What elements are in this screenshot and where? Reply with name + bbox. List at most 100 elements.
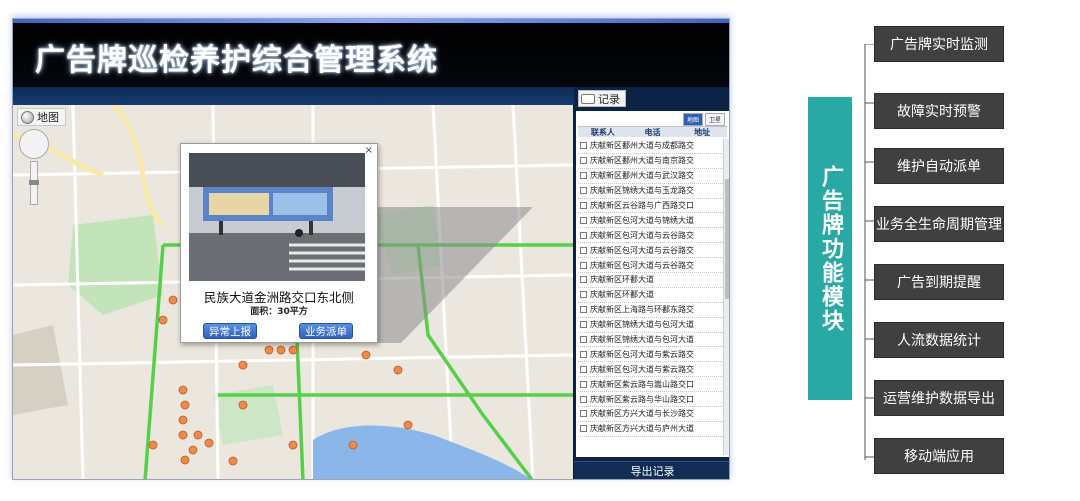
module-title-box: 广告牌功能模块 bbox=[808, 97, 852, 400]
report-anomaly-button[interactable]: 异常上报 bbox=[203, 323, 257, 339]
row-checkbox[interactable] bbox=[580, 202, 587, 209]
record-address: 庆献新区方兴大道与长沙路交 bbox=[590, 409, 694, 419]
record-address: 庆献新区环鄱大道 bbox=[590, 275, 654, 285]
feature-item: 人流数据统计 bbox=[874, 322, 1004, 358]
list-item[interactable]: 庆献新区方兴大道与庐州大道 bbox=[578, 422, 727, 437]
records-table-header: 联系人 电话 地址 bbox=[578, 126, 727, 137]
list-item[interactable]: 庆献新区包河大道与锦绣大道 bbox=[578, 213, 727, 229]
feature-item: 移动端应用 bbox=[874, 438, 1004, 474]
map-type-switch: 地图 卫星 bbox=[682, 113, 725, 126]
feature-item: 广告牌实时监测 bbox=[874, 26, 1004, 62]
row-checkbox[interactable] bbox=[580, 395, 587, 403]
feature-item: 运营维护数据导出 bbox=[874, 380, 1004, 416]
list-item[interactable]: 庆献新区紫云路与嵩山路交口 bbox=[578, 377, 727, 393]
map-tab-label: 地图 bbox=[37, 111, 59, 124]
records-panel: 记录 地图 卫星 联系人 电话 地址 庆献新区鄱州大道与成都路交 庆献新区鄱州大道… bbox=[574, 87, 729, 479]
row-checkbox[interactable] bbox=[580, 142, 587, 150]
list-item[interactable]: 庆献新区锦绣大道与包河大道 bbox=[578, 318, 727, 333]
record-address: 庆献新区紫云路与嵩山路交口 bbox=[590, 379, 694, 389]
records-scrollbar[interactable] bbox=[723, 139, 729, 455]
row-checkbox[interactable] bbox=[580, 231, 587, 239]
list-item[interactable]: 庆献新区包河大道与紫云路交 bbox=[578, 362, 727, 378]
records-rows: 庆献新区鄱州大道与成都路交 庆献新区鄱州大道与南京路交 庆献新区鄱州大道与武汉路交庆… bbox=[578, 139, 727, 437]
book-icon bbox=[581, 93, 595, 104]
record-address: 庆献新区环鄱大道 bbox=[590, 290, 654, 300]
column-header: 地址 bbox=[694, 128, 711, 137]
feature-item: 故障实时预警 bbox=[874, 93, 1004, 129]
feature-item: 业务全生命周期管理 bbox=[874, 206, 1004, 242]
record-address: 庆献新区锦绣大道与包河大道 bbox=[590, 320, 694, 330]
list-item[interactable]: 庆献新区锦绣大道与玉龙路交 bbox=[578, 184, 727, 199]
list-item[interactable]: 庆献新区云谷路与广西路交口 bbox=[578, 199, 727, 214]
row-checkbox[interactable] bbox=[580, 321, 587, 329]
row-checkbox[interactable] bbox=[580, 157, 587, 165]
row-checkbox[interactable] bbox=[580, 410, 587, 418]
list-item[interactable]: 庆献新区包河大道与紫云路交 bbox=[578, 347, 727, 363]
feature-item: 维护自动派单 bbox=[874, 148, 1004, 184]
title-bar: 广告牌巡检养护综合管理系统 bbox=[13, 23, 729, 87]
record-address: 庆献新区上海路与环鄱东路交 bbox=[590, 305, 694, 315]
record-address: 庆献新区鄱州大道与武汉路交 bbox=[590, 171, 694, 181]
row-checkbox[interactable] bbox=[580, 350, 587, 358]
module-title: 广告牌功能模块 bbox=[818, 164, 843, 333]
record-address: 庆献新区锦绣大道与玉龙路交 bbox=[590, 186, 694, 196]
map-view[interactable]: 地图 × 民族大道金洲路交口东北侧 面积：30平方 异常上报 业务派单 bbox=[13, 105, 573, 479]
record-address: 庆献新区包河大道与锦绣大道 bbox=[590, 215, 694, 225]
row-checkbox[interactable] bbox=[580, 261, 587, 269]
record-address: 庆献新区包河大道与紫云路交 bbox=[590, 349, 694, 359]
row-checkbox[interactable] bbox=[580, 216, 587, 224]
list-item[interactable]: 庆献新区锦绣大道与包河大道 bbox=[578, 333, 727, 348]
close-icon[interactable]: × bbox=[365, 145, 373, 156]
record-address: 庆献新区锦绣大道与包河大道 bbox=[590, 335, 694, 345]
list-item[interactable]: 庆献新区环鄱大道 bbox=[578, 273, 727, 288]
row-checkbox[interactable] bbox=[580, 276, 587, 284]
row-checkbox[interactable] bbox=[580, 336, 587, 344]
map-type-option[interactable]: 卫星 bbox=[704, 113, 725, 126]
row-checkbox[interactable] bbox=[580, 291, 587, 299]
list-item[interactable]: 庆献新区上海路与环鄱东路交 bbox=[578, 303, 727, 318]
list-item[interactable]: 庆献新区包河大道与云谷路交 bbox=[578, 228, 727, 244]
app-screenshot: 广告牌巡检养护综合管理系统 地图 × 民族大道金洲路交口东北侧 面积：30平方 … bbox=[12, 18, 730, 480]
export-records-button[interactable]: 导出记录 bbox=[574, 461, 729, 479]
list-item[interactable]: 庆献新区方兴大道与长沙路交 bbox=[578, 407, 727, 422]
record-address: 庆献新区鄱州大道与成都路交 bbox=[590, 141, 694, 151]
feature-item: 广告到期提醒 bbox=[874, 264, 1004, 300]
list-item[interactable]: 庆献新区鄱州大道与成都路交 bbox=[578, 139, 727, 154]
column-header: 电话 bbox=[644, 128, 661, 137]
record-address: 庆献新区方兴大道与庐州大道 bbox=[590, 424, 694, 434]
record-address: 庆献新区包河大道与云谷路交 bbox=[590, 230, 694, 240]
row-checkbox[interactable] bbox=[580, 306, 587, 314]
row-checkbox[interactable] bbox=[580, 172, 587, 180]
zoom-slider[interactable] bbox=[29, 161, 39, 205]
list-item[interactable]: 庆献新区紫云路与华山路交口 bbox=[578, 392, 727, 408]
row-checkbox[interactable] bbox=[580, 365, 587, 373]
billboard-area: 面积：30平方 bbox=[250, 307, 308, 317]
row-checkbox[interactable] bbox=[580, 246, 587, 254]
list-item[interactable]: 庆献新区鄱州大道与武汉路交 bbox=[578, 169, 727, 184]
record-address: 庆献新区鄱州大道与南京路交 bbox=[590, 156, 694, 166]
records-tab-label: 记录 bbox=[598, 92, 620, 106]
dispatch-order-button[interactable]: 业务派单 bbox=[299, 323, 353, 339]
record-address: 庆献新区紫云路与华山路交口 bbox=[590, 394, 694, 404]
column-header: 联系人 bbox=[590, 128, 615, 137]
app-title: 广告牌巡检养护综合管理系统 bbox=[35, 43, 438, 78]
records-list-area: 地图 卫星 联系人 电话 地址 庆献新区鄱州大道与成都路交 庆献新区鄱州大道与南京… bbox=[576, 111, 729, 457]
list-item[interactable]: 庆献新区包河大道与云谷路交 bbox=[578, 243, 727, 259]
record-address: 庆献新区包河大道与云谷路交 bbox=[590, 260, 694, 270]
records-tab[interactable]: 记录 bbox=[578, 90, 626, 107]
pan-control[interactable] bbox=[19, 129, 49, 159]
map-type-option[interactable]: 地图 bbox=[682, 113, 703, 126]
record-address: 庆献新区包河大道与云谷路交 bbox=[590, 245, 694, 255]
row-checkbox[interactable] bbox=[580, 425, 587, 433]
billboard-info-popup: × 民族大道金洲路交口东北侧 面积：30平方 异常上报 业务派单 bbox=[180, 143, 378, 343]
globe-icon bbox=[21, 110, 34, 124]
row-checkbox[interactable] bbox=[580, 187, 587, 195]
list-item[interactable]: 庆献新区鄱州大道与南京路交 bbox=[578, 154, 727, 169]
record-address: 庆献新区云谷路与广西路交口 bbox=[590, 201, 694, 210]
record-address: 庆献新区包河大道与紫云路交 bbox=[590, 364, 694, 374]
row-checkbox[interactable] bbox=[580, 380, 587, 388]
billboard-photo bbox=[189, 153, 365, 281]
list-item[interactable]: 庆献新区包河大道与云谷路交 bbox=[578, 258, 727, 274]
map-tab[interactable]: 地图 bbox=[17, 108, 66, 126]
list-item[interactable]: 庆献新区环鄱大道 bbox=[578, 288, 727, 303]
